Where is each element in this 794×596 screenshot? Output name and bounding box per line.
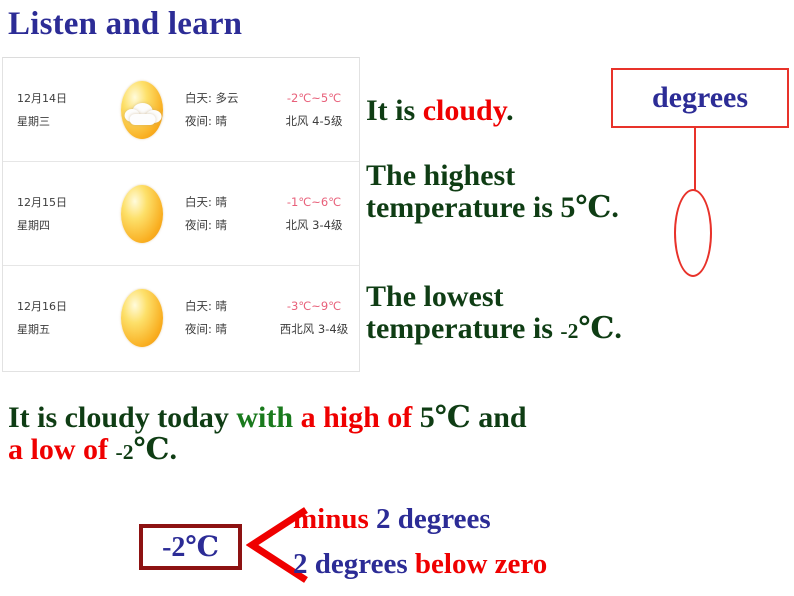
weather-icon-cell: [99, 162, 185, 265]
explanation-line-2: 2 degrees below zero: [293, 548, 547, 581]
weather-night-label: 夜间: 晴: [185, 113, 228, 128]
explanation-2-blue: 2 degrees: [293, 548, 415, 580]
sentence-summary: It is cloudy today with a high of 5℃ and…: [8, 401, 527, 467]
weather-night-label: 夜间: 晴: [185, 217, 228, 232]
degrees-leader-line: [694, 128, 696, 190]
explanation-line-1: minus 2 degrees: [293, 503, 491, 536]
weather-icon-cell: [99, 58, 185, 161]
weather-temperature: -1℃~6℃: [286, 194, 342, 209]
table-row: 12月15日 星期四 白天: 晴 夜间: 晴 -1℃~6℃ 北风 3-4级: [3, 162, 359, 266]
summary-with: with: [236, 401, 301, 434]
sentence-highest-period: .: [611, 191, 619, 225]
weather-date-cell: 12月15日 星期四: [3, 191, 99, 237]
weather-weekday: 星期三: [17, 114, 50, 128]
weather-wind: 北风 4-5级: [285, 113, 343, 128]
slide-canvas: Listen and learn 12月14日 星期三 白天: 多云 夜间: 晴…: [0, 0, 794, 596]
weather-meta-cell: -1℃~6℃ 北风 3-4级: [277, 191, 359, 237]
sentence-lowest-negative: -2: [560, 319, 579, 344]
sentence-lowest-temperature: The lowest temperature is -2℃.: [366, 280, 622, 346]
weather-day-label: 白天: 晴: [185, 299, 228, 313]
degrees-highlight-ellipse: [674, 189, 712, 277]
weather-date-cell: 12月14日 星期三: [3, 87, 99, 133]
weather-icon-cell: [99, 266, 185, 370]
sentence-summary-line1: It is cloudy today with a high of 5℃ and: [8, 401, 527, 434]
weather-weekday: 星期五: [17, 323, 50, 336]
weather-meta-cell: -2℃~5℃ 北风 4-5级: [277, 87, 359, 133]
degrees-callout-label: degrees: [651, 81, 749, 114]
sun-icon: [121, 184, 163, 243]
sentence-lowest-period: .: [614, 312, 622, 346]
weather-sky-cell: 白天: 多云 夜间: 晴: [185, 87, 277, 133]
page-title: Listen and learn: [8, 6, 243, 42]
sentence-highest-line2: temperature is 5℃.: [366, 192, 619, 224]
summary-period: .: [169, 433, 177, 467]
summary-high-value: 5℃ and: [419, 401, 527, 434]
summary-low-unit: ℃: [133, 433, 170, 467]
weather-date: 12月14日: [17, 91, 67, 105]
sentence-highest-line2-pre: temperature is 5: [366, 191, 576, 225]
explanation-1-blue: 2 degrees: [376, 503, 491, 535]
weather-night-label: 夜间: 晴: [185, 322, 228, 336]
weather-wind: 西北风 3-4级: [279, 322, 349, 336]
summary-high-phrase: a high of: [300, 401, 420, 434]
sentence-lowest-line2-pre: temperature is: [366, 312, 561, 346]
table-row: 12月16日 星期五 白天: 晴 夜间: 晴 -3℃~9℃ 西北风 3-4级: [3, 266, 359, 370]
sentence-cloudy-keyword: cloudy: [422, 94, 507, 127]
summary-low-phrase: a low of: [8, 433, 116, 467]
sentence-it-is-cloudy: It is cloudy.: [366, 94, 514, 127]
summary-part1: It is cloudy today: [8, 401, 237, 434]
weather-date: 12月16日: [17, 300, 67, 313]
sentence-lowest-unit: ℃: [578, 312, 615, 346]
weather-temperature: -3℃~9℃: [286, 299, 342, 313]
weather-meta-cell: -3℃~9℃ 西北风 3-4级: [277, 295, 359, 341]
weather-sky-cell: 白天: 晴 夜间: 晴: [185, 295, 277, 341]
sentence-summary-line2: a low of -2℃.: [8, 434, 527, 466]
weather-day-label: 白天: 多云: [185, 90, 239, 105]
sun-icon: [121, 289, 163, 347]
negative-temperature-value: -2℃: [162, 532, 219, 563]
weather-sky-cell: 白天: 晴 夜间: 晴: [185, 191, 277, 237]
negative-temperature-box: -2℃: [139, 524, 242, 570]
weather-forecast-table: 12月14日 星期三 白天: 多云 夜间: 晴 -2℃~5℃ 北风 4-5级 1…: [2, 57, 360, 372]
sentence-cloudy-part1: It is: [366, 94, 423, 127]
sentence-highest-line1: The highest: [366, 159, 516, 192]
weather-temperature: -2℃~5℃: [286, 90, 342, 105]
sentence-cloudy-period: .: [506, 94, 514, 127]
sentence-highest-temperature: The highest temperature is 5℃.: [366, 159, 619, 225]
cloud-icon: [124, 102, 164, 125]
summary-low-negative: -2: [115, 440, 134, 465]
weather-day-label: 白天: 晴: [185, 194, 228, 209]
sun-behind-cloud-icon: [121, 80, 164, 139]
explanation-1-red: minus: [293, 503, 377, 535]
weather-weekday: 星期四: [17, 218, 50, 232]
weather-wind: 北风 3-4级: [285, 217, 343, 232]
sentence-lowest-line1: The lowest: [366, 280, 504, 313]
weather-date: 12月15日: [17, 195, 67, 209]
table-row: 12月14日 星期三 白天: 多云 夜间: 晴 -2℃~5℃ 北风 4-5级: [3, 58, 359, 162]
explanation-2-red: below zero: [414, 548, 548, 580]
sentence-lowest-line2: temperature is -2℃.: [366, 313, 622, 345]
degrees-callout-box: degrees: [611, 68, 789, 128]
sentence-highest-unit: ℃: [575, 191, 612, 225]
weather-date-cell: 12月16日 星期五: [3, 295, 99, 341]
